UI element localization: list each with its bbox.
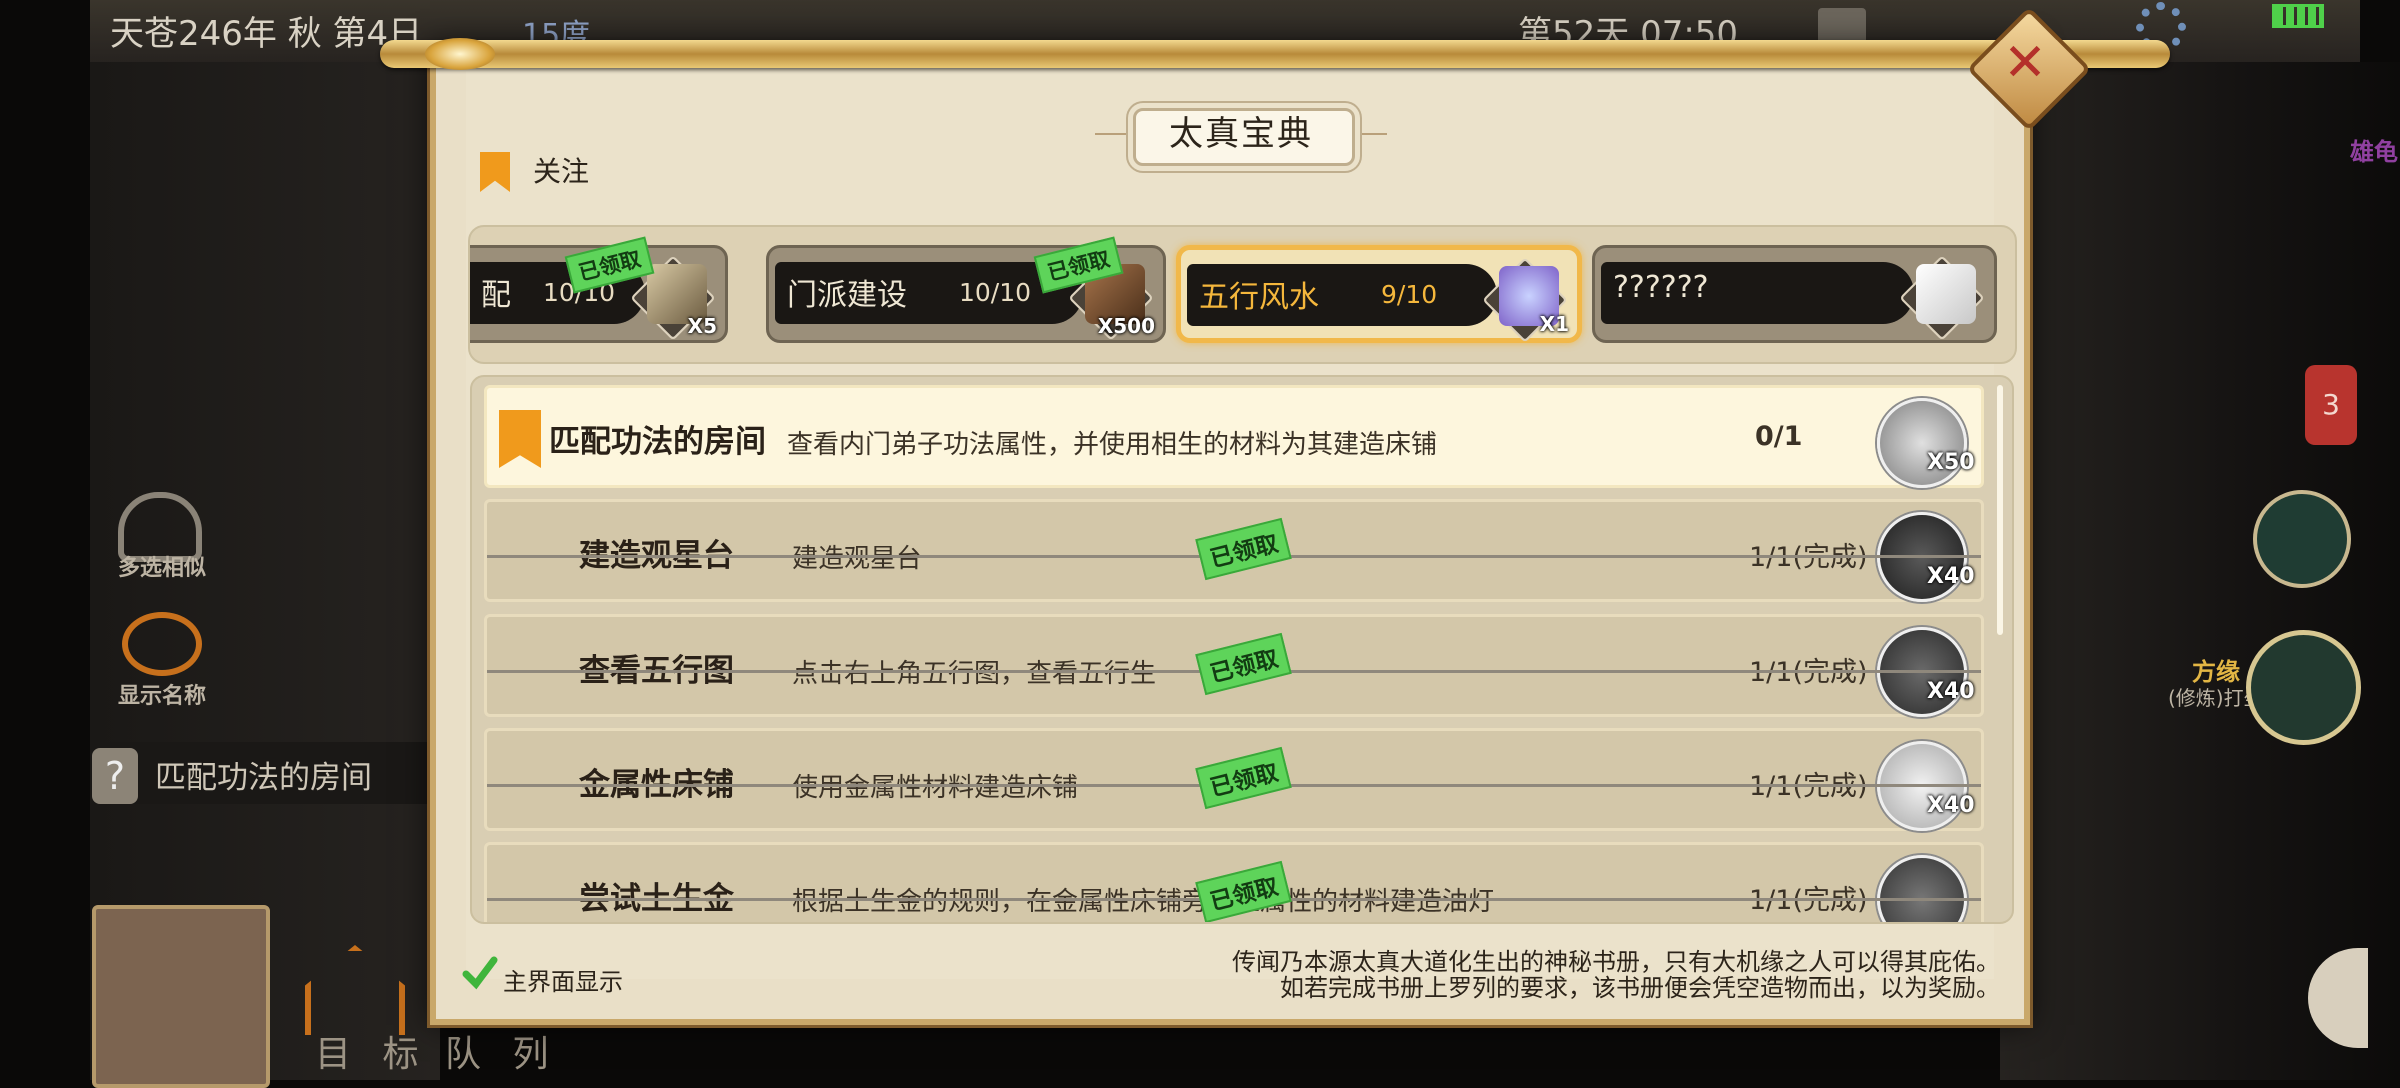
- back-arrow-icon[interactable]: [2246, 630, 2361, 745]
- task-name: 尝试土生金: [579, 881, 734, 917]
- tab-qty: X1: [1539, 312, 1569, 336]
- edge-character-name[interactable]: 雄龟: [2350, 132, 2398, 167]
- task-list-scrollbar[interactable]: [1997, 385, 2003, 635]
- title-ornament-left: [1095, 133, 1133, 135]
- tab-name: 五行风水: [1199, 280, 1319, 315]
- tab-progress: 10/10: [959, 278, 1032, 307]
- notification-bubble[interactable]: 3: [2305, 365, 2357, 445]
- reward-qty: X40: [1927, 793, 1975, 818]
- task-row[interactable]: 建造观星台 建造观星台 1/1(完成) X40 已领取: [484, 499, 1984, 602]
- scroll-rod: [380, 40, 2170, 68]
- question-icon: ?: [92, 748, 138, 804]
- task-row[interactable]: 尝试土生金 根据土生金的规则，在金属性床铺旁用土属性的材料建造油灯 1/1(完成…: [484, 842, 1984, 922]
- task-row[interactable]: 金属性床铺 使用金属性材料建造床铺 1/1(完成) X40 已领取: [484, 728, 1984, 831]
- task-progress: 0/1: [1755, 421, 1803, 452]
- show-names-label[interactable]: 显示名称: [112, 678, 212, 710]
- follow-label[interactable]: 关注: [533, 150, 589, 190]
- task-name: 金属性床铺: [579, 767, 734, 803]
- task-name: 建造观星台: [579, 538, 734, 574]
- target-button[interactable]: 目 标: [315, 1025, 428, 1077]
- right-side-panel: [2000, 62, 2400, 1080]
- task-name: 匹配功法的房间: [549, 424, 766, 460]
- task-row[interactable]: 查看五行图 点击右上角五行图，查看五行生 1/1(完成) X40 已领取: [484, 614, 1984, 717]
- close-icon[interactable]: ✕: [2000, 33, 2050, 93]
- tab-category-4-locked[interactable]: ??????: [1592, 245, 1997, 343]
- battery-icon: [2272, 4, 2324, 28]
- tab-category-1[interactable]: 配 10/10 X5 已领取: [470, 236, 728, 343]
- eye-icon[interactable]: [122, 612, 202, 676]
- modal-title: 太真宝典: [1169, 114, 1313, 154]
- tab-qty: X5: [687, 314, 717, 338]
- checkmark-icon[interactable]: [462, 956, 498, 992]
- reward-qty: X40: [1927, 679, 1975, 704]
- reward-qty: X50: [1927, 450, 1975, 475]
- tab-category-2[interactable]: 门派建设 10/10 X500 已领取: [766, 236, 1166, 343]
- category-tabs: 配 10/10 X5 已领取 门派建设 10/10 X500 已领取 五行风水 …: [468, 225, 2017, 364]
- gourd-avatar[interactable]: [92, 905, 270, 1088]
- task-row-current[interactable]: 匹配功法的房间 查看内门弟子功法属性，并使用相生的材料为其建造床铺 0/1 X5…: [484, 385, 1984, 488]
- tab-name: 门派建设: [787, 278, 907, 313]
- claimed-stamp: 已领取: [1195, 746, 1292, 810]
- silver-block-icon: [1916, 264, 1976, 324]
- tab-category-3-active[interactable]: 五行风水 9/10 X1: [1176, 245, 1582, 343]
- tab-qty: X500: [1097, 314, 1155, 338]
- multi-select-label[interactable]: 多选相似: [112, 550, 212, 582]
- reward-qty: X40: [1927, 564, 1975, 589]
- bookmark-icon[interactable]: [499, 410, 541, 468]
- tab-progress: 9/10: [1381, 280, 1438, 309]
- game-date: 天苍246年 秋 第4日: [110, 14, 423, 54]
- swirl-icon[interactable]: [2253, 490, 2351, 588]
- current-quest-text: 匹配功法的房间: [155, 760, 372, 796]
- rod-knob: [425, 38, 495, 70]
- show-on-main-label[interactable]: 主界面显示: [503, 962, 623, 997]
- tab-name: 配: [481, 278, 511, 313]
- lore-text-line2: 如若完成书册上罗列的要求，该书册便会凭空造物而出，以为奖励。: [1280, 974, 2000, 1002]
- tab-name: ??????: [1613, 270, 1709, 305]
- task-name: 查看五行图: [579, 653, 734, 689]
- claimed-stamp: 已领取: [1195, 632, 1292, 696]
- task-list: 匹配功法的房间 查看内门弟子功法属性，并使用相生的材料为其建造床铺 0/1 X5…: [470, 375, 2014, 924]
- queue-button[interactable]: 队 列: [445, 1025, 558, 1077]
- stone-reward-icon[interactable]: [1877, 855, 1967, 922]
- claimed-stamp: 已领取: [1195, 517, 1292, 581]
- task-desc: 查看内门弟子功法属性，并使用相生的材料为其建造床铺: [787, 430, 1438, 460]
